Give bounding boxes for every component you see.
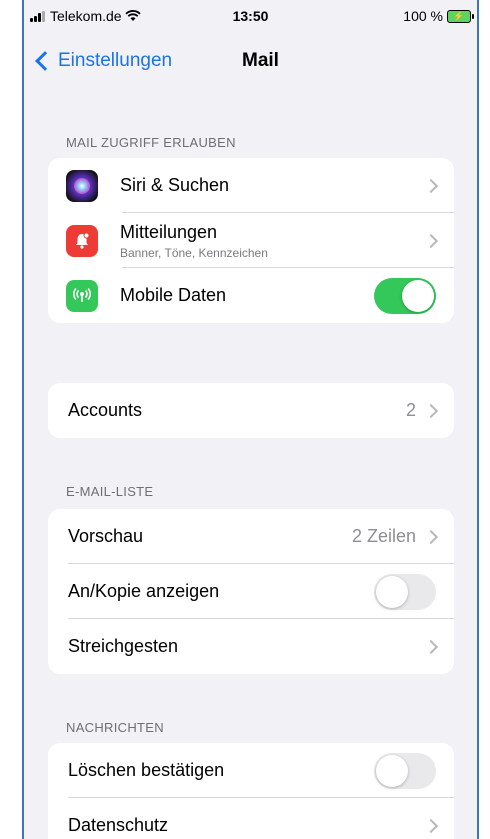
show-to-cc-label: An/Kopie anzeigen <box>68 581 220 601</box>
allow-access-group: Siri & Suchen Mitteilungen Banner, Töne,… <box>48 158 454 323</box>
back-label: Einstellungen <box>58 50 173 71</box>
accounts-label: Accounts <box>68 400 143 420</box>
battery-charging-icon: ⚡ <box>447 9 474 23</box>
swipe-gestures-row[interactable]: Streichgesten <box>48 619 454 674</box>
section-header-allow-access: MAIL ZUGRIFF ERLAUBEN <box>66 135 236 150</box>
navigation-bar: Einstellungen Mail <box>24 44 477 80</box>
chevron-left-icon <box>35 51 55 71</box>
accounts-count: 2 <box>405 400 416 420</box>
chevron-right-icon <box>423 233 439 248</box>
back-button[interactable]: Einstellungen <box>34 50 172 72</box>
page-title: Mail <box>242 50 279 71</box>
accounts-group: Accounts 2 <box>48 383 454 438</box>
accounts-row[interactable]: Accounts 2 <box>48 383 454 438</box>
preview-value: 2 Zeilen <box>351 526 416 546</box>
status-bar: Telekom.de 13:50 100 % ⚡ <box>24 0 477 30</box>
mail-list-group: Vorschau 2 Zeilen An/Kopie anzeigen Stre… <box>48 509 454 674</box>
antenna-icon <box>66 279 98 312</box>
chevron-right-icon <box>423 529 439 544</box>
preview-row[interactable]: Vorschau 2 Zeilen <box>48 509 454 564</box>
siri-search-label: Siri & Suchen <box>120 175 230 195</box>
chevron-right-icon <box>423 178 439 193</box>
chevron-right-icon <box>423 403 439 418</box>
chevron-right-icon <box>423 818 439 833</box>
bell-icon <box>66 224 98 257</box>
notifications-label: Mitteilungen <box>120 221 218 242</box>
section-header-mail-list: E-MAIL-LISTE <box>66 484 154 499</box>
siri-icon <box>66 169 98 202</box>
preview-label: Vorschau <box>68 526 144 546</box>
chevron-right-icon <box>423 639 439 654</box>
battery-percent: 100 % <box>403 8 443 24</box>
mobile-data-label: Mobile Daten <box>120 285 227 305</box>
confirm-delete-row: Löschen bestätigen <box>48 743 454 798</box>
swipe-gestures-label: Streichgesten <box>68 636 179 656</box>
confirm-delete-label: Löschen bestätigen <box>68 760 225 780</box>
mobile-data-toggle[interactable] <box>374 277 436 314</box>
confirm-delete-toggle[interactable] <box>374 752 436 789</box>
messages-group: Löschen bestätigen Datenschutz <box>48 743 454 839</box>
show-to-cc-row: An/Kopie anzeigen <box>48 564 454 619</box>
privacy-row[interactable]: Datenschutz <box>48 798 454 839</box>
show-to-cc-toggle[interactable] <box>374 573 436 610</box>
mobile-data-row: Mobile Daten <box>48 268 454 323</box>
siri-search-row[interactable]: Siri & Suchen <box>48 158 454 213</box>
privacy-label: Datenschutz <box>68 815 169 835</box>
notifications-row[interactable]: Mitteilungen Banner, Töne, Kennzeichen <box>48 213 454 268</box>
section-header-messages: NACHRICHTEN <box>66 720 164 735</box>
notifications-subtitle: Banner, Töne, Kennzeichen <box>120 245 268 260</box>
phone-screen: Telekom.de 13:50 100 % ⚡ Einstellungen M… <box>22 0 479 839</box>
battery-status: 100 % ⚡ <box>403 8 474 24</box>
